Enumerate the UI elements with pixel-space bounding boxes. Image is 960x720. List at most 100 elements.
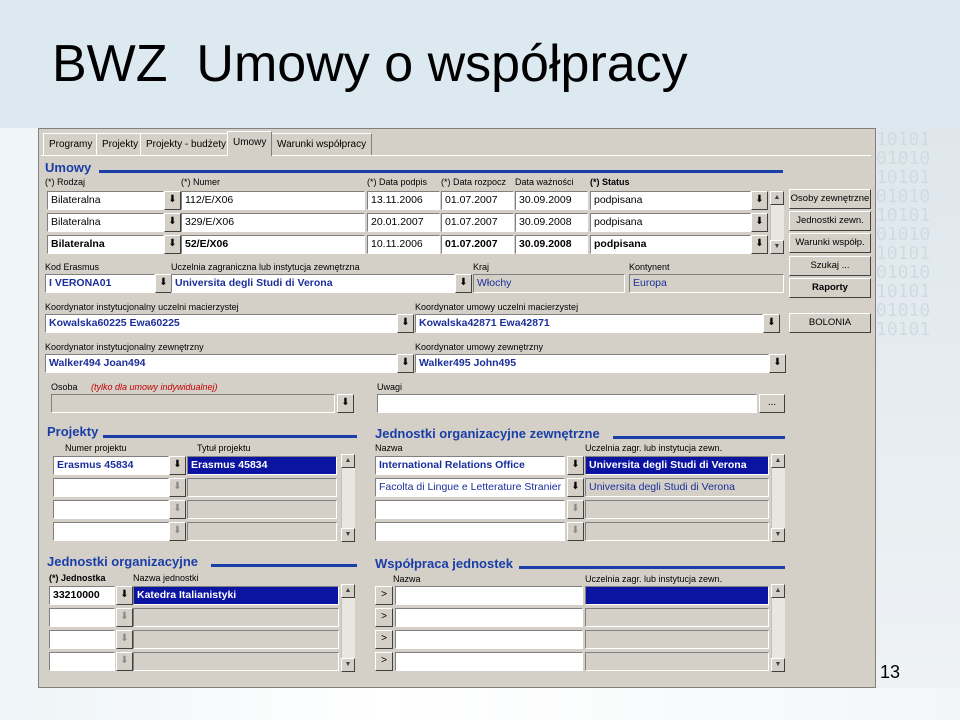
warunki-wspolp-button[interactable]: Warunki współp. (789, 233, 871, 253)
data-rozpocz-field[interactable]: 01.07.2007 (441, 213, 514, 232)
jednostki-zewn-button[interactable]: Jednostki zewn. (789, 211, 871, 231)
arrow-down-icon[interactable]: ⬇ (169, 456, 186, 475)
arrow-down-icon[interactable]: ⬇ (155, 274, 172, 293)
data-rozpocz-field[interactable]: 01.07.2007 (441, 235, 514, 254)
projekt-numer-field[interactable]: Erasmus 45834 (53, 456, 169, 475)
jednostka-nr-field[interactable]: 33210000 (49, 586, 115, 605)
bolonia-button[interactable]: BOLONIA (789, 313, 871, 333)
rodzaj-field[interactable]: Bilateralna (47, 213, 164, 232)
jednostka-zewn-nazwa-field-empty[interactable] (375, 522, 565, 541)
jednostka-zewn-nazwa-field-empty[interactable] (375, 500, 565, 519)
kod-erasmus-field[interactable]: I VERONA01 (45, 274, 155, 293)
data-podpis-field[interactable]: 13.11.2006 (367, 191, 440, 210)
koord-umowy-zewnetrzny-field[interactable]: Walker495 John495 (415, 354, 769, 373)
osoby-zewnetrzne-button[interactable]: Osoby zewnętrzne (789, 189, 871, 209)
arrow-down-icon[interactable]: ⬇ (769, 354, 786, 373)
arrow-down-icon[interactable]: ⬇ (169, 500, 186, 519)
arrow-down-icon[interactable]: ⬇ (751, 191, 768, 210)
rodzaj-field[interactable]: Bilateralna (47, 235, 164, 254)
arrow-down-icon[interactable]: ⬇ (455, 274, 472, 293)
jednostka-zewn-uczelnia-field[interactable]: Universita degli Studi di Verona (585, 456, 769, 475)
projekt-numer-field-empty[interactable] (53, 522, 169, 541)
jednostka-nr-field-empty[interactable] (49, 608, 115, 627)
data-waznosci-field[interactable]: 30.09.2009 (515, 191, 588, 210)
chevron-right-icon[interactable]: > (375, 608, 393, 627)
data-waznosci-field[interactable]: 30.09.2008 (515, 235, 588, 254)
numer-field[interactable]: 52/E/X06 (181, 235, 365, 254)
status-field[interactable]: podpisana (590, 235, 751, 254)
uwagi-field[interactable] (377, 394, 757, 413)
data-podpis-field[interactable]: 10.11.2006 (367, 235, 440, 254)
arrow-down-icon[interactable]: ⬇ (567, 456, 584, 475)
arrow-down-icon[interactable]: ⬇ (164, 235, 181, 254)
projekt-tytul-field[interactable]: Erasmus 45834 (187, 456, 337, 475)
arrow-down-icon[interactable]: ⬇ (116, 652, 133, 671)
scroll-down-icon[interactable]: ▼ (770, 240, 784, 254)
scroll-up-icon[interactable]: ▲ (771, 454, 785, 468)
arrow-down-icon[interactable]: ⬇ (116, 586, 133, 605)
tab-warunki-wspolpracy[interactable]: Warunki współpracy (271, 133, 373, 155)
jednostka-zewn-uczelnia-field-empty (585, 522, 769, 541)
arrow-down-icon[interactable]: ⬇ (337, 394, 354, 413)
numer-field[interactable]: 329/E/X06 (181, 213, 365, 232)
arrow-down-icon[interactable]: ⬇ (751, 235, 768, 254)
scroll-up-icon[interactable]: ▲ (341, 454, 355, 468)
arrow-down-icon[interactable]: ⬇ (751, 213, 768, 232)
scroll-up-icon[interactable]: ▲ (770, 191, 784, 205)
chevron-right-icon[interactable]: > (375, 586, 393, 605)
arrow-down-icon[interactable]: ⬇ (397, 354, 414, 373)
rodzaj-field[interactable]: Bilateralna (47, 191, 164, 210)
arrow-down-icon[interactable]: ⬇ (164, 191, 181, 210)
arrow-down-icon[interactable]: ⬇ (164, 213, 181, 232)
uwagi-more-button[interactable]: ... (759, 394, 785, 413)
uczelnia-field[interactable]: Universita degli Studi di Verona (171, 274, 455, 293)
tab-projekty[interactable]: Projekty (96, 133, 145, 155)
arrow-down-icon[interactable]: ⬇ (567, 522, 584, 541)
data-rozpocz-field[interactable]: 01.07.2007 (441, 191, 514, 210)
kod-erasmus-label: Kod Erasmus (45, 262, 100, 272)
chevron-right-icon[interactable]: > (375, 630, 393, 649)
arrow-down-icon[interactable]: ⬇ (567, 500, 584, 519)
jednostka-zewn-nazwa-field[interactable]: Facolta di Lingue e Letterature Stranier (375, 478, 565, 497)
scroll-down-icon[interactable]: ▼ (771, 528, 785, 542)
scroll-up-icon[interactable]: ▲ (771, 584, 785, 598)
jednostka-zewn-nazwa-field[interactable]: International Relations Office (375, 456, 565, 475)
jednostka-nr-field-empty[interactable] (49, 652, 115, 671)
koord-umowy-macierzystej-field[interactable]: Kowalska42871 Ewa42871 (415, 314, 763, 333)
wspolpraca-nazwa-field-empty[interactable] (395, 630, 583, 649)
arrow-down-icon[interactable]: ⬇ (169, 522, 186, 541)
status-field[interactable]: podpisana (590, 213, 751, 232)
jednostka-nr-field-empty[interactable] (49, 630, 115, 649)
wspolpraca-nazwa-field-empty[interactable] (395, 608, 583, 627)
arrow-down-icon[interactable]: ⬇ (169, 478, 186, 497)
tab-umowy[interactable]: Umowy (227, 131, 273, 156)
jednostka-nazwa-field[interactable]: Katedra Italianistyki (133, 586, 339, 605)
szukaj-button[interactable]: Szukaj ... (789, 256, 871, 276)
tab-programy[interactable]: Programy (43, 133, 99, 155)
koord-inst-zewnetrzny-field[interactable]: Walker494 Joan494 (45, 354, 397, 373)
data-waznosci-field[interactable]: 30.09.2008 (515, 213, 588, 232)
arrow-down-icon[interactable]: ⬇ (116, 608, 133, 627)
koord-inst-macierzystej-field[interactable]: Kowalska60225 Ewa60225 (45, 314, 397, 333)
wspolpraca-nazwa-field-empty[interactable] (395, 652, 583, 671)
chevron-right-icon[interactable]: > (375, 652, 393, 671)
tab-projekty-budzety[interactable]: Projekty - budżety (140, 133, 233, 155)
arrow-down-icon[interactable]: ⬇ (116, 630, 133, 649)
status-field[interactable]: podpisana (590, 191, 751, 210)
scroll-down-icon[interactable]: ▼ (771, 658, 785, 672)
projekt-numer-field-empty[interactable] (53, 500, 169, 519)
arrow-down-icon[interactable]: ⬇ (763, 314, 780, 333)
uczelnia-label: Uczelnia zagraniczna lub instytucja zewn… (171, 262, 360, 272)
scroll-up-icon[interactable]: ▲ (341, 584, 355, 598)
raporty-button[interactable]: Raporty (789, 278, 871, 298)
scroll-down-icon[interactable]: ▼ (341, 658, 355, 672)
wspolpraca-nazwa-field[interactable] (395, 586, 583, 605)
data-podpis-field[interactable]: 20.01.2007 (367, 213, 440, 232)
numer-field[interactable]: 112/E/X06 (181, 191, 365, 210)
scroll-down-icon[interactable]: ▼ (341, 528, 355, 542)
wspolpraca-uczelnia-field[interactable] (585, 586, 769, 605)
projekt-numer-field-empty[interactable] (53, 478, 169, 497)
arrow-down-icon[interactable]: ⬇ (567, 478, 584, 497)
arrow-down-icon[interactable]: ⬇ (397, 314, 414, 333)
osoba-field[interactable] (51, 394, 335, 413)
